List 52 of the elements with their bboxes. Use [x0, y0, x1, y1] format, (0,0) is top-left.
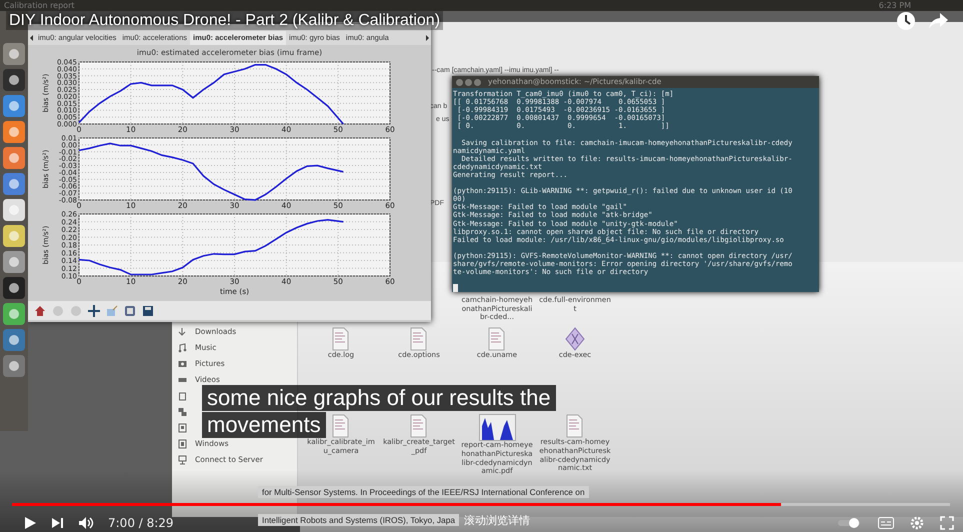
- volume-icon[interactable]: [78, 516, 94, 530]
- clock-text: 6:23 PM: [878, 0, 911, 11]
- next-icon[interactable]: [51, 517, 64, 529]
- text-cursor: [453, 284, 458, 292]
- app-icon[interactable]: [3, 95, 25, 117]
- text-file-icon[interactable]: [487, 326, 507, 351]
- server-icon: [178, 455, 187, 465]
- subtitle-text: some nice graphs of our results the: [202, 385, 556, 411]
- hint-text: 滚动浏览详情: [464, 513, 530, 529]
- home-icon[interactable]: [34, 304, 46, 317]
- video-icon: [178, 375, 187, 385]
- drive-icon: [178, 439, 187, 449]
- save-icon[interactable]: [142, 304, 154, 317]
- app-icon[interactable]: [3, 225, 25, 247]
- music-icon: [178, 343, 187, 353]
- window-title: Calibration report: [4, 0, 75, 11]
- chart-thumbnail-icon[interactable]: [478, 414, 516, 442]
- app-icon[interactable]: [3, 251, 25, 273]
- app-icon[interactable]: [3, 199, 25, 221]
- move-icon[interactable]: [88, 304, 100, 317]
- app-icon[interactable]: [3, 277, 25, 299]
- app-icon[interactable]: [3, 173, 25, 195]
- computer-icon: [178, 423, 187, 433]
- captions-icon[interactable]: [878, 517, 894, 529]
- app-icon[interactable]: [3, 147, 25, 169]
- play-icon[interactable]: [24, 516, 37, 530]
- settings-icon[interactable]: [910, 516, 924, 530]
- app-icon[interactable]: [3, 69, 25, 91]
- fullscreen-icon[interactable]: [940, 516, 954, 530]
- text-file-icon[interactable]: [565, 414, 585, 438]
- trash-icon: [178, 391, 187, 401]
- document-text: for Multi-Sensor Systems. In Proceedings of the IEEE/RSJ International Conference on: [258, 486, 589, 498]
- app-icon[interactable]: [3, 121, 25, 143]
- download-icon: [178, 327, 187, 337]
- time-text: 7:00 / 8:29: [108, 515, 174, 532]
- text-file-icon[interactable]: [409, 326, 429, 351]
- autoplay-toggle-icon[interactable]: [838, 518, 862, 528]
- text-file-icon[interactable]: [409, 414, 429, 438]
- app-icon[interactable]: [3, 329, 25, 351]
- document-text: Intelligent Robots and Systems (IROS), Tokyo, Japa: [258, 514, 460, 526]
- app-icon[interactable]: [3, 303, 25, 325]
- share-icon[interactable]: [928, 12, 948, 30]
- text-file-icon[interactable]: [331, 414, 351, 438]
- diamond-file-icon[interactable]: [565, 326, 585, 351]
- clock-icon[interactable]: [896, 11, 916, 31]
- progress-track[interactable]: [12, 503, 950, 506]
- camera-icon: [178, 359, 187, 369]
- subtitle-text: movements: [202, 412, 326, 438]
- network-icon: [178, 407, 187, 417]
- app-icon[interactable]: [3, 355, 25, 377]
- text-file-icon[interactable]: [331, 326, 351, 351]
- app-icon[interactable]: [3, 43, 25, 65]
